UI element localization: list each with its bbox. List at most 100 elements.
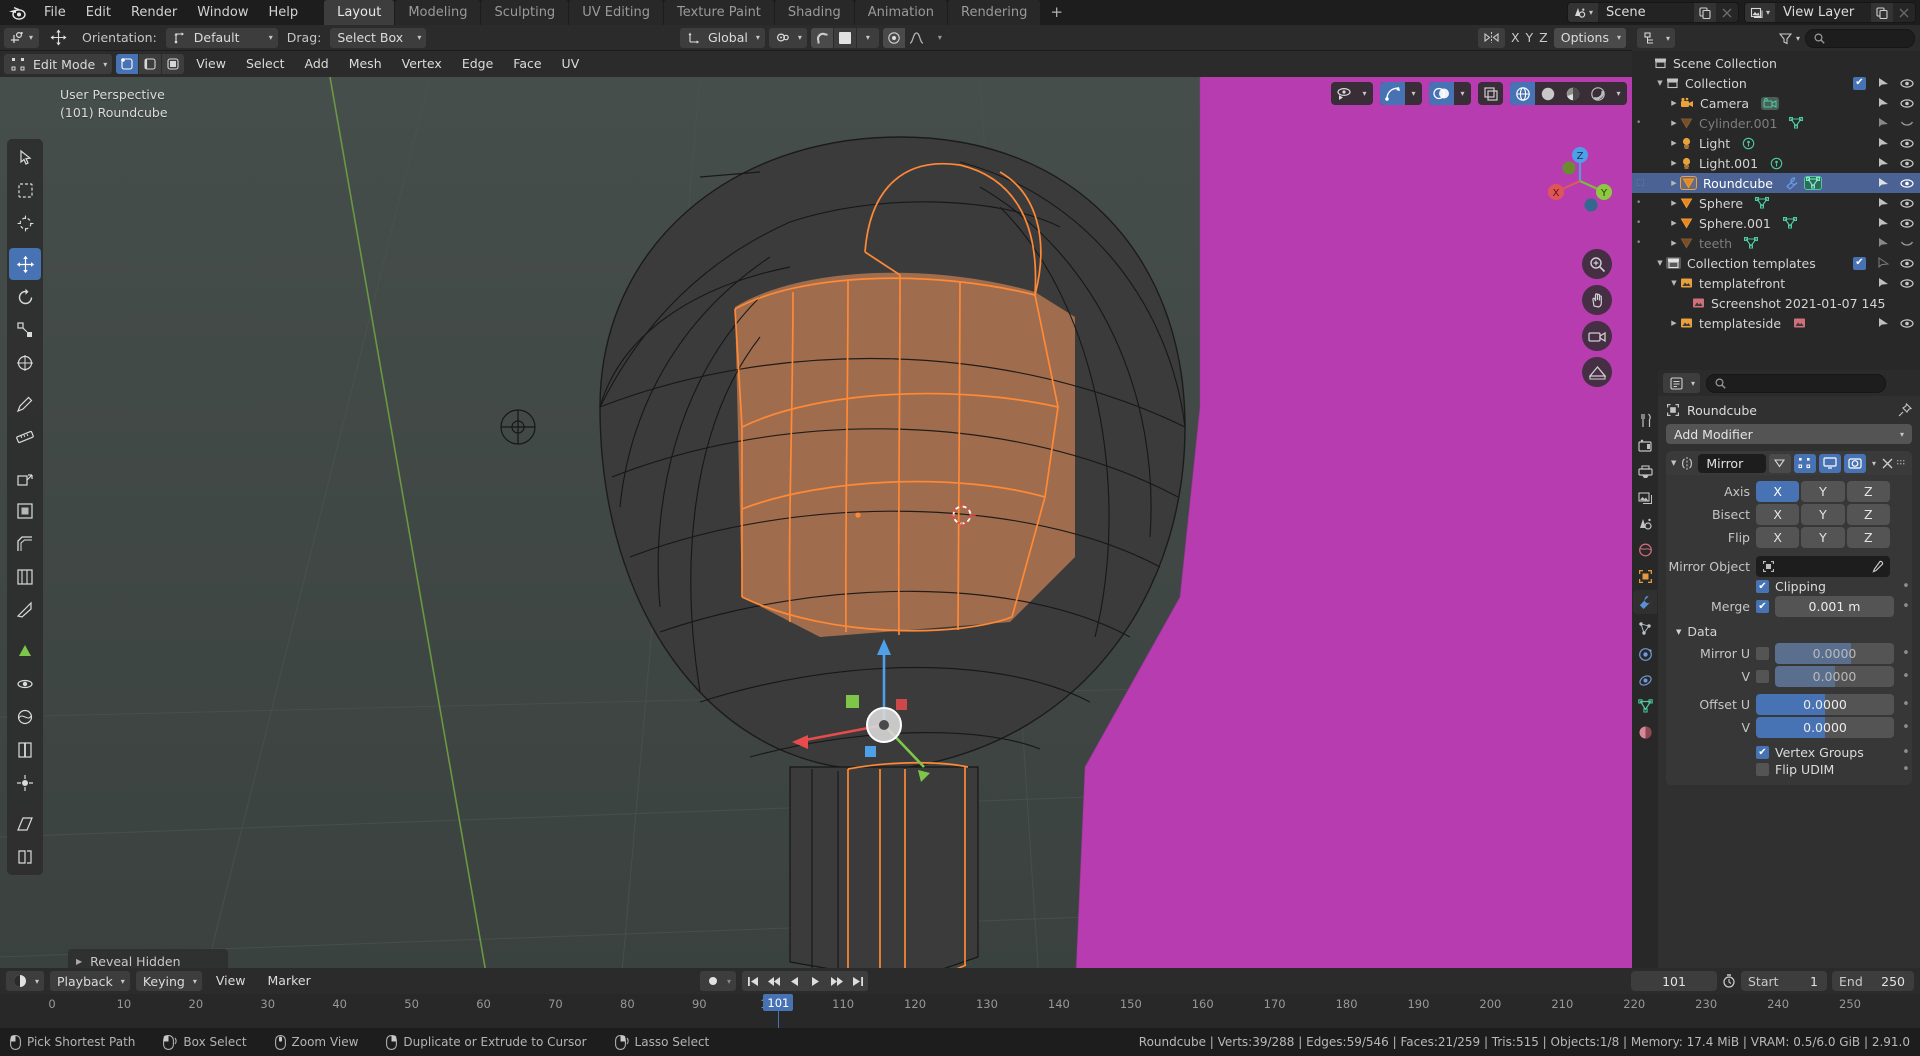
pin-icon[interactable] [1898,403,1912,417]
object-tab[interactable] [1633,564,1657,588]
navigation-gizmo[interactable]: Z X Y [1538,139,1622,223]
eye-icon[interactable] [1900,278,1914,289]
camera-view-icon[interactable] [1582,321,1612,351]
mirror-u-checkbox[interactable] [1756,647,1769,660]
outliner-row-cylinder-001[interactable]: • ▶ Cylinder.001 [1632,113,1920,133]
axis-z-button[interactable]: Z [1846,481,1890,502]
outliner-row-scene-collection[interactable]: ▶ Scene Collection [1632,53,1920,73]
eye-closed-icon[interactable] [1900,238,1914,249]
snap-target-dropdown[interactable] [833,27,856,48]
selectable-cursor-icon[interactable] [1877,117,1889,129]
use-preview-range-icon[interactable] [1722,974,1736,988]
menu-window[interactable]: Window [187,3,258,23]
solid-shading-icon[interactable] [1535,82,1560,105]
menu-edit[interactable]: Edit [76,3,121,23]
new-scene-button[interactable] [1693,3,1716,22]
bisect-y-button[interactable]: Y [1801,504,1845,525]
world-tab[interactable] [1633,538,1657,562]
tool-tweak-icon[interactable] [9,141,41,173]
face-select-icon[interactable] [162,54,185,74]
outliner-row-camera[interactable]: ▶ Camera [1632,93,1920,113]
eye-icon[interactable] [1900,318,1914,329]
view-layer-tab[interactable] [1633,486,1657,510]
mesh-data-icon[interactable] [1805,177,1820,189]
selectable-cursor-icon[interactable] [1877,177,1889,189]
mesh-data-icon[interactable] [1789,117,1804,129]
data-tab[interactable] [1633,694,1657,718]
clipping-checkbox[interactable] [1756,580,1769,593]
jump-to-end-button[interactable] [847,971,869,991]
mirror-object-field[interactable] [1756,556,1890,577]
add-workspace-button[interactable]: + [1041,0,1072,25]
modifier-name-field[interactable]: Mirror [1698,453,1766,473]
edge-select-icon[interactable] [139,54,162,74]
animate-property-dot-icon[interactable]: • [1900,697,1912,712]
collapse-arrow-icon[interactable]: ▼ [1671,459,1676,467]
vertex-select-icon[interactable] [116,54,139,74]
selectable-cursor-icon[interactable] [1877,157,1889,169]
light-data-icon[interactable] [1742,137,1755,150]
output-tab[interactable] [1633,460,1657,484]
chevron-down-icon[interactable]: ▾ [1454,82,1471,105]
eye-icon[interactable] [1900,258,1914,269]
blender-logo-icon[interactable] [6,3,28,23]
playback-dropdown[interactable]: Playback ▾ [50,971,130,991]
menu-file[interactable]: File [34,3,76,23]
flip-z-button[interactable]: Z [1846,527,1890,548]
expand-arrow-icon[interactable]: ▶ [1668,179,1680,187]
properties-editor-type-dropdown[interactable]: ▾ [1663,373,1701,393]
mirror-options-icon[interactable] [1477,27,1505,48]
animate-property-dot-icon[interactable]: • [1900,720,1912,735]
merge-threshold-field[interactable]: 0.001 m [1775,596,1894,617]
transform-orientation-dropdown[interactable]: Global ▾ [680,27,765,48]
falloff-curve-icon[interactable] [906,28,928,48]
menu-select[interactable]: Select [238,54,293,74]
jump-to-start-button[interactable] [742,971,764,991]
scene-tab[interactable] [1633,512,1657,536]
render-display-toggle-icon[interactable] [1843,453,1866,473]
mirror-u-field[interactable]: 0.0000 [1775,643,1894,664]
active-tool-icon[interactable]: ▾ [4,27,40,48]
tool-spin-icon[interactable] [9,668,41,700]
particles-tab[interactable] [1633,616,1657,640]
animate-property-dot-icon[interactable]: • [1900,745,1912,760]
animate-property-dot-icon[interactable]: • [1900,579,1912,594]
timeline-menu-view[interactable]: View [208,971,254,991]
mirror-v-field[interactable]: 0.0000 [1775,666,1894,687]
eye-icon[interactable] [1900,198,1914,209]
tool-inset-faces-icon[interactable] [9,495,41,527]
tab-sculpting[interactable]: Sculpting [481,0,569,25]
selectable-cursor-icon[interactable] [1877,277,1889,289]
tool-extrude-region-icon[interactable] [9,462,41,494]
collapse-arrow-icon[interactable]: ▼ [1668,279,1680,287]
expand-arrow-icon[interactable]: ▶ [1668,99,1680,107]
timeline-ruler[interactable]: 0102030405060708090100110120130140150160… [0,994,1920,1028]
pivot-point-dropdown[interactable]: ▾ [768,27,807,48]
play-reverse-button[interactable] [784,971,806,991]
tool-bevel-icon[interactable] [9,528,41,560]
flip-x-button[interactable]: X [1756,527,1800,548]
modifier-wrench-icon[interactable] [1785,176,1799,190]
tool-measure-icon[interactable] [9,421,41,453]
3d-viewport[interactable]: User Perspective (101) Roundcube ▾ ▾ ▾ ▾… [0,77,1632,996]
timeline-menu-marker[interactable]: Marker [260,971,319,991]
eye-icon[interactable] [1900,98,1914,109]
outliner-row-templateside[interactable]: ▶ templateside [1632,313,1920,333]
tool-rotate-icon[interactable] [9,281,41,313]
tool-rip-region-icon[interactable] [9,841,41,873]
outliner-row-light-001[interactable]: ▶ Light.001 [1632,153,1920,173]
outliner-row-collection[interactable]: ▼ Collection [1632,73,1920,93]
mirror-v-checkbox[interactable] [1756,670,1769,683]
tab-modeling[interactable]: Modeling [395,0,481,25]
tool-tab[interactable] [1633,408,1657,432]
menu-help[interactable]: Help [259,3,309,23]
bisect-z-button[interactable]: Z [1846,504,1890,525]
expand-arrow-icon[interactable]: ▶ [1668,239,1680,247]
tool-select-box-icon[interactable] [9,174,41,206]
close-icon[interactable] [1882,458,1893,469]
chevron-down-icon[interactable]: ▾ [1796,34,1800,43]
move-tool-icon[interactable] [44,28,73,48]
tab-texture-paint[interactable]: Texture Paint [664,0,774,25]
physics-tab[interactable] [1633,642,1657,666]
tab-uv-editing[interactable]: UV Editing [569,0,664,25]
